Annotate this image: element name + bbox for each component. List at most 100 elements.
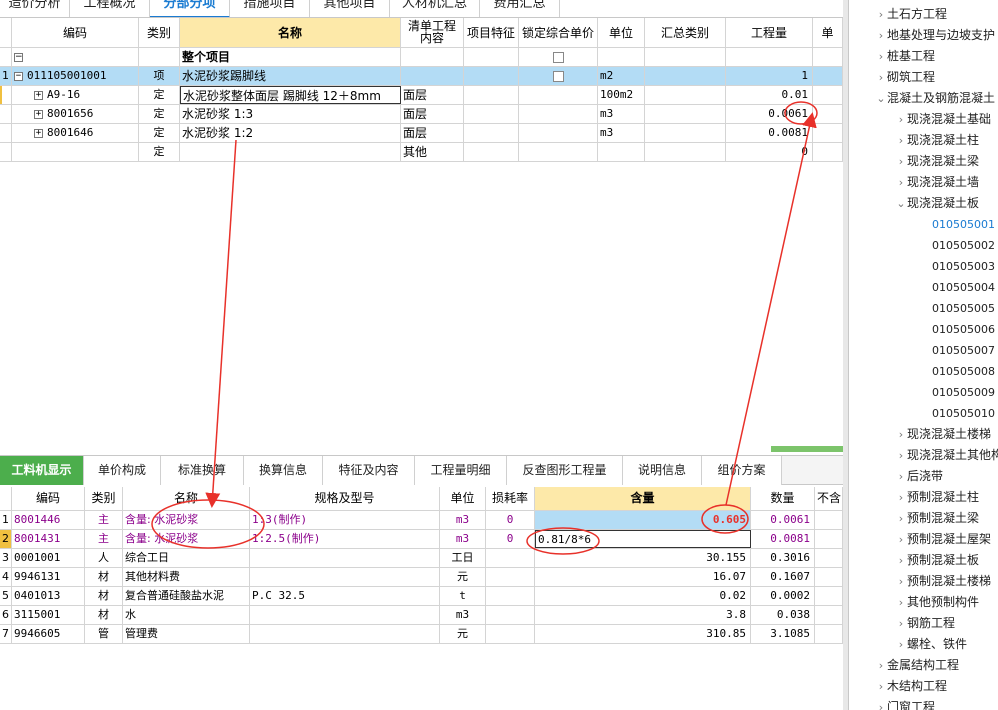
tree-node[interactable]: › 现浇混凝土基础: [849, 109, 991, 130]
type-cell[interactable]: 定: [139, 143, 180, 161]
content-cell[interactable]: 面层: [401, 105, 464, 123]
tree-node[interactable]: › 木结构工程: [849, 676, 947, 697]
quantity-cell[interactable]: 0.0061: [726, 105, 813, 123]
chevron-right-icon[interactable]: ›: [895, 445, 907, 466]
type-cell[interactable]: 定: [139, 105, 180, 123]
price-cell[interactable]: [813, 105, 843, 123]
content-amount-cell[interactable]: 3.8: [535, 606, 751, 624]
code-cell[interactable]: +8001646: [12, 124, 139, 142]
chevron-right-icon[interactable]: ›: [875, 676, 887, 697]
chevron-right-icon[interactable]: ›: [895, 487, 907, 508]
quantity-cell[interactable]: 0.0081: [726, 124, 813, 142]
col-header-unit-price[interactable]: 单: [813, 18, 843, 47]
col-header-summary-type[interactable]: 汇总类别: [645, 18, 726, 47]
tab-reverse-lookup-quantity[interactable]: 反查图形工程量: [507, 456, 623, 485]
tree-node[interactable]: ⌄混凝土及钢筋混凝土: [849, 88, 995, 109]
col-header-quantity[interactable]: 工程量: [726, 18, 813, 47]
code-cell[interactable]: −: [12, 48, 139, 66]
unit-cell[interactable]: 100m2: [598, 86, 645, 104]
col-header-spec[interactable]: 规格及型号: [250, 487, 440, 510]
type-cell[interactable]: 管: [85, 625, 123, 643]
tree-node[interactable]: › 螺栓、铁件: [849, 634, 967, 655]
tree-node[interactable]: › 门窗工程: [849, 697, 935, 710]
table-row[interactable]: 3 0001001 人 综合工日 工日 30.155 0.3016: [0, 549, 843, 568]
name-cell[interactable]: 含量: 水泥砂浆: [123, 511, 250, 529]
price-cell[interactable]: [813, 48, 843, 66]
code-cell[interactable]: 8001431: [12, 530, 85, 548]
col-header-unit[interactable]: 单位: [598, 18, 645, 47]
col-header-type[interactable]: 类别: [85, 487, 123, 510]
spec-cell[interactable]: [250, 568, 440, 586]
loss-cell[interactable]: [486, 606, 535, 624]
collapse-icon[interactable]: −: [14, 52, 23, 62]
code-cell[interactable]: [12, 143, 139, 161]
lock-cell[interactable]: [519, 124, 598, 142]
code-cell[interactable]: 3115001: [12, 606, 85, 624]
tree-leaf[interactable]: 010505006: [849, 319, 995, 340]
name-cell[interactable]: [180, 143, 401, 161]
chevron-right-icon[interactable]: ›: [895, 151, 907, 172]
code-cell[interactable]: + A9-16: [12, 86, 139, 104]
unit-cell[interactable]: [598, 143, 645, 161]
col-header-content[interactable]: 清单工程内容: [401, 18, 464, 47]
loss-cell[interactable]: [486, 625, 535, 643]
chevron-right-icon[interactable]: ›: [875, 655, 887, 676]
tab-conversion-info[interactable]: 换算信息: [244, 456, 323, 485]
exclusive-cell[interactable]: [815, 549, 843, 567]
tab-quantity-detail[interactable]: 工程量明细: [415, 456, 507, 485]
content-cell[interactable]: [401, 48, 464, 66]
quantity-cell[interactable]: 1: [726, 67, 813, 85]
unit-cell[interactable]: 工日: [440, 549, 486, 567]
chevron-right-icon[interactable]: ›: [875, 697, 887, 710]
type-cell[interactable]: 项: [139, 67, 180, 85]
tab-sub-items[interactable]: 分部分项: [150, 0, 230, 17]
chevron-right-icon[interactable]: ›: [895, 529, 907, 550]
lock-cell[interactable]: [519, 86, 598, 104]
code-cell[interactable]: 0001001: [12, 549, 85, 567]
tab-fee-summary[interactable]: 费用汇总: [480, 0, 560, 17]
feature-cell[interactable]: [464, 105, 519, 123]
price-cell[interactable]: [813, 143, 843, 161]
tab-features-content[interactable]: 特征及内容: [323, 456, 415, 485]
name-cell[interactable]: 水泥砂浆 1:3: [180, 105, 401, 123]
quantity-cell[interactable]: 0.3016: [751, 549, 815, 567]
lock-cell[interactable]: [519, 48, 598, 66]
code-cell[interactable]: 9946605: [12, 625, 85, 643]
unit-cell[interactable]: m3: [440, 606, 486, 624]
name-cell[interactable]: 复合普通硅酸盐水泥: [123, 587, 250, 605]
tab-measures[interactable]: 措施项目: [230, 0, 310, 17]
price-cell[interactable]: [813, 124, 843, 142]
tree-leaf[interactable]: 010505004: [849, 277, 995, 298]
spec-cell[interactable]: 1:2.5(制作): [250, 530, 440, 548]
spec-cell[interactable]: [250, 625, 440, 643]
chevron-down-icon[interactable]: ⌄: [895, 193, 907, 214]
feature-cell[interactable]: [464, 67, 519, 85]
spec-cell[interactable]: [250, 606, 440, 624]
tree-leaf[interactable]: 010505003: [849, 256, 995, 277]
loss-cell[interactable]: [486, 587, 535, 605]
chevron-right-icon[interactable]: ›: [875, 4, 887, 25]
name-cell[interactable]: 水: [123, 606, 250, 624]
name-cell[interactable]: 含量: 水泥砂浆: [123, 530, 250, 548]
code-cell[interactable]: −011105001001: [12, 67, 139, 85]
collapse-icon[interactable]: −: [14, 71, 23, 81]
exclusive-cell[interactable]: [815, 625, 843, 643]
quantity-cell[interactable]: 0.01: [726, 86, 813, 104]
chevron-right-icon[interactable]: ›: [895, 109, 907, 130]
tab-pricing-scheme[interactable]: 组价方案: [702, 456, 782, 485]
table-row[interactable]: 6 3115001 材 水 m3 3.8 0.038: [0, 606, 843, 625]
type-cell[interactable]: 人: [85, 549, 123, 567]
table-row[interactable]: 2 8001431 主 含量: 水泥砂浆 1:2.5(制作) m3 0 0.81…: [0, 530, 843, 549]
code-cell[interactable]: +8001656: [12, 105, 139, 123]
content-amount-input[interactable]: 0.81/8*6: [535, 530, 751, 548]
quantity-cell[interactable]: 0.1607: [751, 568, 815, 586]
lock-cell[interactable]: [519, 67, 598, 85]
type-cell[interactable]: [139, 48, 180, 66]
tab-standard-conversion[interactable]: 标准换算: [161, 456, 244, 485]
name-cell[interactable]: 整个项目: [180, 48, 401, 66]
spec-cell[interactable]: 1:3(制作): [250, 511, 440, 529]
chevron-right-icon[interactable]: ›: [875, 25, 887, 46]
quantity-cell[interactable]: 0.0081: [751, 530, 815, 548]
feature-cell[interactable]: [464, 124, 519, 142]
table-row[interactable]: 5 0401013 材 复合普通硅酸盐水泥 P.C 32.5 t 0.02 0.…: [0, 587, 843, 606]
